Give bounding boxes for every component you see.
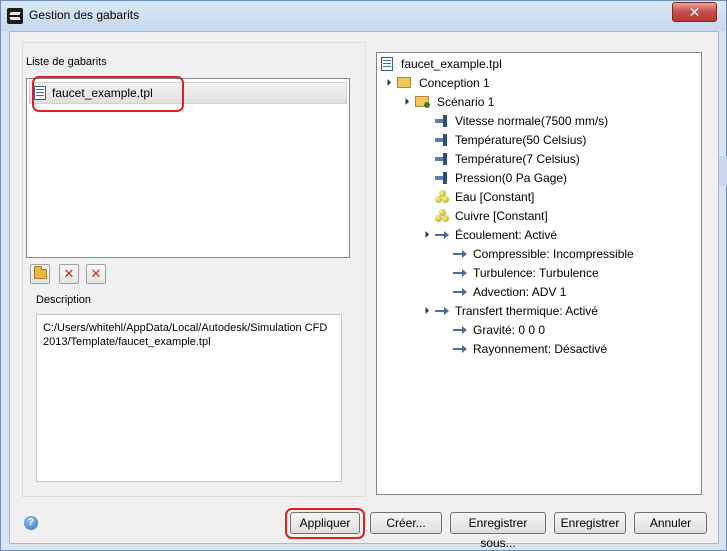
boundary-condition-icon: [435, 152, 449, 166]
tree-node-label: Écoulement: Activé: [455, 228, 558, 242]
description-field[interactable]: C:/Users/whitehl/AppData/Local/Autodesk/…: [36, 314, 342, 482]
delete-icon: ✕: [63, 266, 75, 281]
boundary-condition-icon: [435, 114, 449, 128]
highlight-annotation: [32, 76, 184, 112]
description-label: Description: [36, 294, 92, 306]
scenario-icon: [415, 96, 430, 108]
folder-icon: [397, 77, 411, 88]
highlight-annotation: [285, 508, 365, 539]
template-tree[interactable]: faucet_example.tpl Conception 1 Scénario…: [376, 52, 702, 495]
material-icon: [435, 209, 450, 223]
collapse-icon[interactable]: [421, 230, 430, 239]
tree-node-label: Pression(0 Pa Gage): [455, 171, 568, 185]
save-button[interactable]: Enregistrer: [554, 512, 626, 534]
tree-node-label: Compressible: Incompressible: [473, 247, 634, 261]
folder-open-icon: [33, 266, 47, 279]
boundary-condition-icon: [435, 171, 449, 185]
tree-node-label: Transfert thermique: Activé: [455, 304, 598, 318]
material-icon: [435, 190, 450, 204]
tree-node-label: Conception 1: [419, 76, 490, 90]
create-button[interactable]: Créer...: [370, 512, 442, 534]
tree-node-label: Rayonnement: Désactivé: [473, 342, 608, 356]
tree-node-label: Advection: ADV 1: [473, 285, 567, 299]
template-list-label: Liste de gabarits: [26, 56, 107, 68]
arrow-icon: [453, 269, 467, 277]
help-icon[interactable]: ?: [24, 516, 38, 530]
arrow-icon: [453, 326, 467, 334]
tree-node-label: Gravité: 0 0 0: [473, 323, 546, 337]
arrow-icon: [435, 307, 449, 315]
window-edge-scroll: [719, 156, 727, 186]
template-file-icon: [381, 57, 393, 71]
tree-node-label: Température(7 Celsius): [455, 152, 580, 166]
delete-all-icon: ✕: [90, 266, 102, 281]
open-template-button[interactable]: [30, 264, 50, 284]
cancel-button[interactable]: Annuler: [634, 512, 707, 534]
tree-node-label: Vitesse normale(7500 mm/s): [455, 114, 609, 128]
window-title: Gestion des gabarits: [29, 8, 140, 22]
tree-node-label: Turbulence: Turbulence: [473, 266, 599, 280]
tree-node-label: Scénario 1: [437, 95, 495, 109]
tree-node-label: Cuivre [Constant]: [455, 209, 548, 223]
app-logo-icon: [7, 8, 23, 24]
boundary-condition-icon: [435, 133, 449, 147]
tree-root-label: faucet_example.tpl: [401, 57, 502, 71]
tree-node-label: Température(50 Celsius): [455, 133, 587, 147]
arrow-icon: [453, 288, 467, 296]
delete-template-button[interactable]: ✕: [59, 264, 79, 284]
arrow-icon: [453, 345, 467, 353]
collapse-icon[interactable]: [383, 78, 392, 87]
title-bar[interactable]: Gestion des gabarits ✕: [1, 1, 726, 31]
close-button[interactable]: ✕: [672, 2, 717, 22]
dialog-client-area: Liste de gabarits faucet_example.tpl ✕ ✕…: [9, 31, 719, 550]
save-as-button[interactable]: Enregistrer sous...: [450, 512, 546, 550]
arrow-icon: [453, 250, 467, 258]
dialog-window: Gestion des gabarits ✕ Liste de gabarits…: [0, 0, 727, 551]
tree-node-label: Eau [Constant]: [455, 190, 535, 204]
collapse-icon[interactable]: [401, 97, 410, 106]
collapse-icon[interactable]: [421, 306, 430, 315]
arrow-icon: [435, 231, 449, 239]
delete-all-button[interactable]: ✕: [86, 264, 106, 284]
description-group: Description C:/Users/whitehl/AppData/Loc…: [26, 294, 350, 490]
